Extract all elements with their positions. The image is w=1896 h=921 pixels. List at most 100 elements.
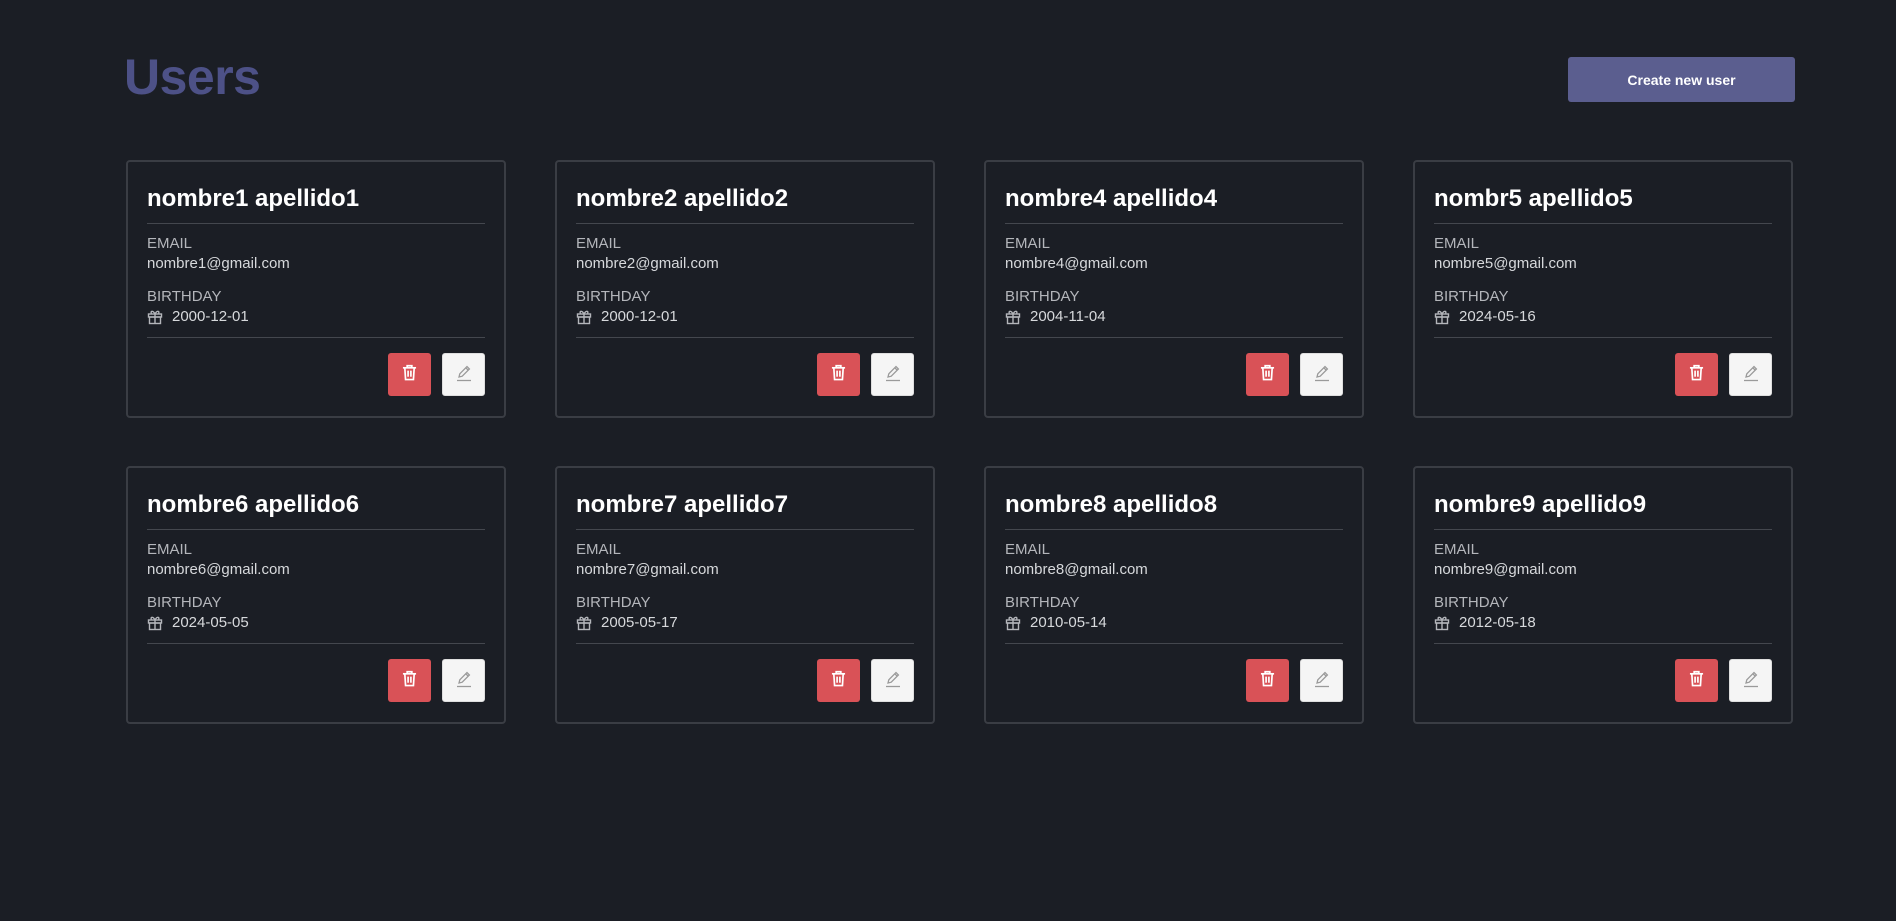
edit-button[interactable] bbox=[442, 659, 485, 702]
user-card: nombre8 apellido8 EMAIL nombre8@gmail.co… bbox=[984, 466, 1364, 724]
user-card: nombr5 apellido5 EMAIL nombre5@gmail.com… bbox=[1413, 160, 1793, 418]
trash-icon bbox=[402, 670, 417, 691]
gift-icon bbox=[1434, 615, 1450, 631]
gift-icon bbox=[576, 309, 592, 325]
user-email: nombre5@gmail.com bbox=[1434, 255, 1577, 272]
gift-icon bbox=[147, 615, 163, 631]
birthday-row: 2012-05-18 bbox=[1434, 613, 1772, 633]
email-label: EMAIL bbox=[1005, 541, 1051, 558]
delete-button[interactable] bbox=[388, 659, 431, 702]
email-label: EMAIL bbox=[1434, 235, 1480, 252]
card-divider bbox=[1005, 643, 1343, 644]
card-actions bbox=[1434, 353, 1772, 396]
edit-button[interactable] bbox=[871, 353, 914, 396]
trash-icon bbox=[1689, 364, 1704, 385]
user-birthday: 2010-05-14 bbox=[1030, 614, 1107, 631]
user-birthday: 2000-12-01 bbox=[601, 308, 678, 325]
email-label: EMAIL bbox=[576, 235, 622, 252]
birthday-label: BIRTHDAY bbox=[147, 288, 222, 305]
trash-icon bbox=[831, 670, 846, 691]
trash-icon bbox=[1260, 364, 1275, 385]
birthday-label: BIRTHDAY bbox=[147, 594, 222, 611]
gift-icon bbox=[1434, 309, 1450, 325]
birthday-row: 2000-12-01 bbox=[576, 307, 914, 327]
birthday-row: 2010-05-14 bbox=[1005, 613, 1343, 633]
page-title: Users bbox=[124, 49, 261, 105]
gift-icon bbox=[1005, 615, 1021, 631]
user-email: nombre8@gmail.com bbox=[1005, 561, 1148, 578]
user-name: nombre7 apellido7 bbox=[576, 488, 914, 530]
birthday-row: 2005-05-17 bbox=[576, 613, 914, 633]
user-card: nombre9 apellido9 EMAIL nombre9@gmail.co… bbox=[1413, 466, 1793, 724]
birthday-row: 2024-05-05 bbox=[147, 613, 485, 633]
card-divider bbox=[1005, 337, 1343, 338]
gift-icon bbox=[1005, 309, 1021, 325]
user-email: nombre6@gmail.com bbox=[147, 561, 290, 578]
user-birthday: 2000-12-01 bbox=[172, 308, 249, 325]
pencil-icon bbox=[1741, 363, 1761, 387]
birthday-label: BIRTHDAY bbox=[1005, 594, 1080, 611]
user-birthday: 2005-05-17 bbox=[601, 614, 678, 631]
edit-button[interactable] bbox=[1300, 659, 1343, 702]
trash-icon bbox=[1689, 670, 1704, 691]
email-label: EMAIL bbox=[1005, 235, 1051, 252]
pencil-icon bbox=[883, 669, 903, 693]
user-card: nombre6 apellido6 EMAIL nombre6@gmail.co… bbox=[126, 466, 506, 724]
pencil-icon bbox=[1312, 669, 1332, 693]
pencil-icon bbox=[1312, 363, 1332, 387]
birthday-label: BIRTHDAY bbox=[1434, 594, 1509, 611]
user-card: nombre1 apellido1 EMAIL nombre1@gmail.co… bbox=[126, 160, 506, 418]
user-name: nombre8 apellido8 bbox=[1005, 488, 1343, 530]
edit-button[interactable] bbox=[1729, 353, 1772, 396]
user-email: nombre7@gmail.com bbox=[576, 561, 719, 578]
user-name: nombr5 apellido5 bbox=[1434, 182, 1772, 224]
delete-button[interactable] bbox=[817, 659, 860, 702]
pencil-icon bbox=[883, 363, 903, 387]
user-card: nombre4 apellido4 EMAIL nombre4@gmail.co… bbox=[984, 160, 1364, 418]
pencil-icon bbox=[454, 669, 474, 693]
edit-button[interactable] bbox=[1729, 659, 1772, 702]
birthday-row: 2024-05-16 bbox=[1434, 307, 1772, 327]
email-label: EMAIL bbox=[576, 541, 622, 558]
card-divider bbox=[1434, 337, 1772, 338]
card-divider bbox=[147, 337, 485, 338]
trash-icon bbox=[402, 364, 417, 385]
delete-button[interactable] bbox=[1675, 353, 1718, 396]
card-actions bbox=[1005, 353, 1343, 396]
trash-icon bbox=[1260, 670, 1275, 691]
user-card: nombre2 apellido2 EMAIL nombre2@gmail.co… bbox=[555, 160, 935, 418]
user-name: nombre4 apellido4 bbox=[1005, 182, 1343, 224]
edit-button[interactable] bbox=[1300, 353, 1343, 396]
edit-button[interactable] bbox=[871, 659, 914, 702]
card-actions bbox=[1434, 659, 1772, 702]
birthday-label: BIRTHDAY bbox=[1005, 288, 1080, 305]
user-name: nombre9 apellido9 bbox=[1434, 488, 1772, 530]
card-actions bbox=[147, 659, 485, 702]
user-card-grid: nombre1 apellido1 EMAIL nombre1@gmail.co… bbox=[126, 160, 1793, 724]
user-email: nombre9@gmail.com bbox=[1434, 561, 1577, 578]
user-birthday: 2004-11-04 bbox=[1030, 308, 1106, 325]
user-email: nombre4@gmail.com bbox=[1005, 255, 1148, 272]
create-user-button[interactable]: Create new user bbox=[1568, 57, 1795, 102]
card-divider bbox=[576, 643, 914, 644]
card-divider bbox=[576, 337, 914, 338]
user-name: nombre6 apellido6 bbox=[147, 488, 485, 530]
card-actions bbox=[576, 353, 914, 396]
card-divider bbox=[147, 643, 485, 644]
card-actions bbox=[147, 353, 485, 396]
birthday-row: 2000-12-01 bbox=[147, 307, 485, 327]
delete-button[interactable] bbox=[388, 353, 431, 396]
delete-button[interactable] bbox=[1675, 659, 1718, 702]
birthday-label: BIRTHDAY bbox=[576, 594, 651, 611]
birthday-row: 2004-11-04 bbox=[1005, 307, 1343, 327]
delete-button[interactable] bbox=[1246, 659, 1289, 702]
email-label: EMAIL bbox=[147, 541, 193, 558]
user-email: nombre2@gmail.com bbox=[576, 255, 719, 272]
user-name: nombre1 apellido1 bbox=[147, 182, 485, 224]
gift-icon bbox=[576, 615, 592, 631]
edit-button[interactable] bbox=[442, 353, 485, 396]
delete-button[interactable] bbox=[817, 353, 860, 396]
pencil-icon bbox=[1741, 669, 1761, 693]
delete-button[interactable] bbox=[1246, 353, 1289, 396]
birthday-label: BIRTHDAY bbox=[1434, 288, 1509, 305]
